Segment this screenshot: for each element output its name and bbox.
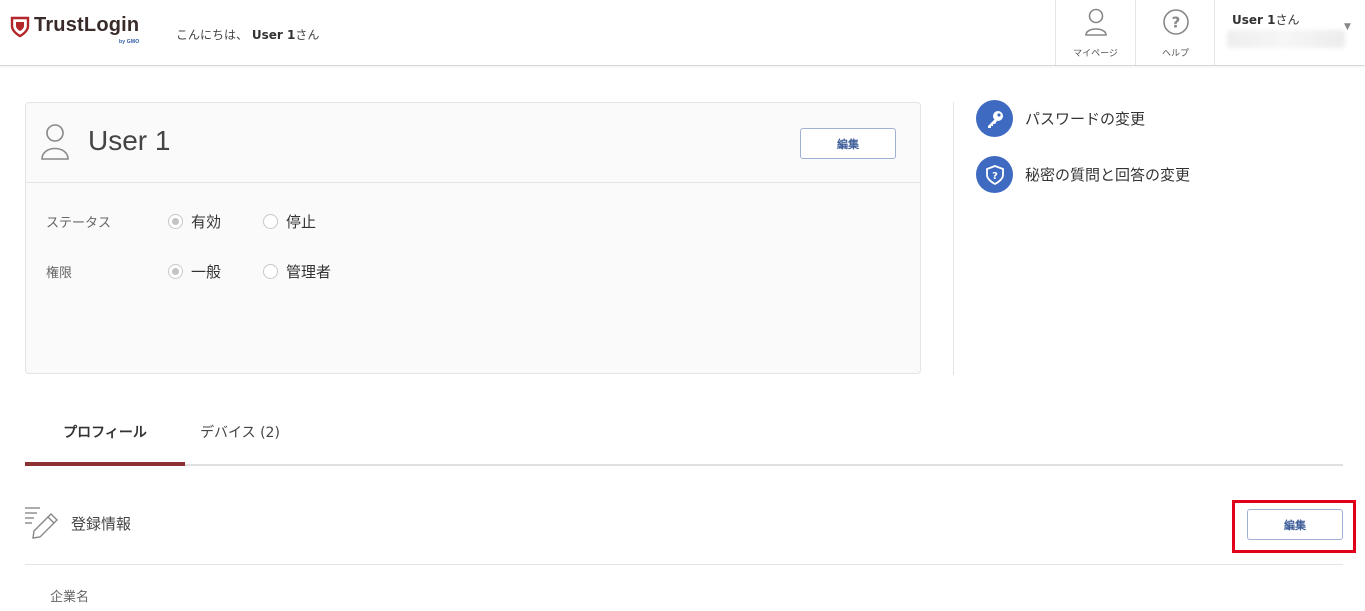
- nav-help[interactable]: ? ヘルプ: [1135, 0, 1215, 65]
- nav-help-label: ヘルプ: [1161, 49, 1189, 59]
- section-divider: [25, 564, 1343, 565]
- radio-unchecked: [263, 214, 278, 229]
- vertical-divider: [953, 102, 954, 375]
- trustlogin-logo[interactable]: TrustLogin by GMO: [10, 14, 140, 45]
- avatar-icon: [41, 124, 69, 160]
- help-icon: ?: [1162, 9, 1189, 35]
- tab-devices[interactable]: デバイス (2): [160, 414, 320, 466]
- shield-question-icon: ?: [976, 156, 1013, 193]
- card-header: User 1 編集: [26, 103, 920, 183]
- nav-mypage[interactable]: マイページ: [1055, 0, 1135, 65]
- nav-mypage-label: マイページ: [1073, 49, 1118, 59]
- status-active-radio[interactable]: 有効: [168, 211, 221, 232]
- chevron-down-icon[interactable]: ▼: [1344, 22, 1351, 32]
- radio-unchecked: [263, 264, 278, 279]
- key-icon: [976, 100, 1013, 137]
- logo-text: TrustLogin by GMO: [34, 14, 140, 45]
- role-label: 権限: [46, 266, 73, 281]
- user-menu[interactable]: User 1さん ▼: [1214, 0, 1365, 65]
- greeting: こんにちは、 User 1さん: [176, 28, 320, 42]
- highlight-box: [1232, 500, 1356, 553]
- user-email-blurred: [1227, 30, 1345, 48]
- status-label: ステータス: [46, 216, 112, 231]
- edit-user-button[interactable]: 編集: [800, 128, 896, 159]
- person-icon: [1084, 8, 1107, 36]
- role-admin-radio[interactable]: 管理者: [263, 261, 331, 282]
- user-profile-card: User 1 編集 ステータス 有効 停止 権限 一般 管理者: [25, 102, 921, 374]
- edit-notes-icon: [25, 507, 58, 539]
- logo-shield-icon: [10, 16, 30, 38]
- company-name-label: 企業名: [50, 590, 90, 605]
- logo-sub: by GMO: [118, 39, 140, 45]
- profile-tabs: プロフィール デバイス (2): [25, 414, 1343, 466]
- svg-text:?: ?: [1171, 14, 1180, 32]
- radio-checked: [168, 264, 183, 279]
- section-title: 登録情報: [71, 515, 132, 533]
- role-general-radio[interactable]: 一般: [168, 261, 221, 282]
- change-password-link[interactable]: パスワードの変更: [976, 100, 1145, 137]
- user-name: User 1: [88, 125, 171, 156]
- status-suspended-radio[interactable]: 停止: [263, 211, 316, 232]
- svg-text:?: ?: [992, 171, 998, 182]
- user-menu-name: User 1さん: [1232, 13, 1300, 27]
- change-secret-question-link[interactable]: ? 秘密の質問と回答の変更: [976, 156, 1190, 193]
- app-header: TrustLogin by GMO こんにちは、 User 1さん マイページ …: [0, 0, 1365, 66]
- radio-checked: [168, 214, 183, 229]
